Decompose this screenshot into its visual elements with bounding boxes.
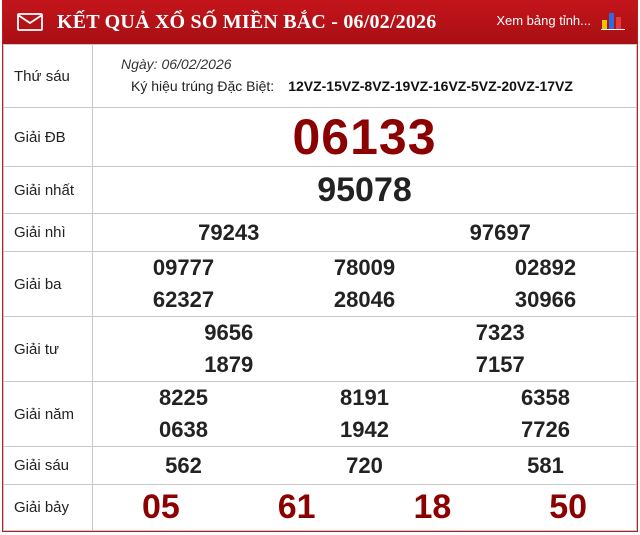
meta-row: Thứ sáu Ngày: 06/02/2026 Ký hiệu trúng Đ… — [3, 44, 637, 108]
prize-row-bay: Giải bảy 05 61 18 50 — [3, 484, 637, 531]
prize-row-nam: Giải năm 8225 8191 6358 0638 1942 7726 — [3, 381, 637, 447]
prize-value: 18 — [413, 488, 452, 526]
prize-label: Giải sáu — [3, 446, 93, 485]
prize-label: Giải ba — [3, 251, 93, 317]
prize-label: Giải năm — [3, 381, 93, 447]
prize-value: 581 — [527, 452, 564, 478]
results-panel: KẾT QUẢ XỔ SỐ MIỀN BẮC - 06/02/2026 Xem … — [2, 0, 638, 532]
prize-value: 8191 — [340, 385, 389, 410]
prize-value: 7323 — [475, 320, 525, 345]
prize-value: 1942 — [340, 417, 389, 442]
prize-value: 6358 — [521, 385, 570, 410]
prize-values: 562 720 581 — [92, 446, 637, 485]
prize-row-sau: Giải sáu 562 720 581 — [3, 446, 637, 485]
prize-value: 05 — [141, 488, 180, 526]
prize-value: 97697 — [469, 219, 531, 245]
prize-values: 9656 7323 1879 7157 — [92, 316, 637, 382]
prize-label: Giải nhì — [3, 213, 93, 252]
results-header: KẾT QUẢ XỔ SỐ MIỀN BẮC - 06/02/2026 Xem … — [3, 0, 637, 44]
prize-value: 09777 — [152, 255, 215, 280]
special-codes-label: Ký hiệu trúng Đặc Biệt: — [131, 78, 275, 94]
prize-values: 09777 78009 02892 62327 28046 30966 — [92, 251, 637, 317]
prize-label: Giải tư — [3, 316, 93, 382]
prize-value: 0638 — [159, 417, 208, 442]
draw-date: Ngày: 06/02/2026 — [121, 56, 232, 72]
prize-value: 30966 — [514, 287, 577, 312]
envelope-icon — [17, 13, 43, 31]
bar-chart-icon[interactable] — [601, 10, 625, 30]
results-table: Thứ sáu Ngày: 06/02/2026 Ký hiệu trúng Đ… — [3, 44, 637, 531]
prize-value: 28046 — [333, 287, 396, 312]
page-title: KẾT QUẢ XỔ SỐ MIỀN BẮC - 06/02/2026 — [57, 10, 437, 33]
prize-value: 8225 — [159, 385, 208, 410]
prize-value: 7157 — [475, 352, 525, 377]
special-codes-value: 12VZ-15VZ-8VZ-19VZ-16VZ-5VZ-20VZ-17VZ — [288, 78, 573, 94]
prize-value: 79243 — [198, 219, 260, 245]
prize-value: 78009 — [333, 255, 396, 280]
prize-value: 7726 — [521, 417, 570, 442]
prize-row-nhi: Giải nhì 79243 97697 — [3, 213, 637, 252]
prize-value: 50 — [549, 488, 588, 526]
prize-label: Giải bảy — [3, 484, 93, 531]
prize-values: 79243 97697 — [92, 213, 637, 252]
prize-value: 62327 — [152, 287, 215, 312]
prize-values: 8225 8191 6358 0638 1942 7726 — [92, 381, 637, 447]
special-codes: Ký hiệu trúng Đặc Biệt: 12VZ-15VZ-8VZ-19V… — [131, 78, 636, 94]
prize-label: Giải nhất — [3, 166, 93, 214]
draw-info: Ngày: 06/02/2026 Ký hiệu trúng Đặc Biệt:… — [92, 44, 637, 108]
prize-value: 95078 — [92, 166, 637, 214]
prize-value: 02892 — [514, 255, 577, 280]
prize-value: 720 — [346, 452, 383, 478]
prize-row-ba: Giải ba 09777 78009 02892 62327 28046 30… — [3, 251, 637, 317]
prize-row-nhat: Giải nhất 95078 — [3, 166, 637, 214]
prize-row-tu: Giải tư 9656 7323 1879 7157 — [3, 316, 637, 382]
prize-value: 562 — [165, 452, 202, 478]
view-provinces-link[interactable]: Xem bảng tỉnh... — [496, 13, 591, 28]
prize-values: 05 61 18 50 — [92, 484, 637, 531]
weekday-label: Thứ sáu — [3, 44, 93, 108]
prize-value: 06133 — [92, 107, 637, 167]
prize-value: 9656 — [204, 320, 254, 345]
prize-row-db: Giải ĐB 06133 — [3, 107, 637, 167]
prize-value: 61 — [277, 488, 316, 526]
prize-label: Giải ĐB — [3, 107, 93, 167]
prize-value: 1879 — [204, 352, 254, 377]
